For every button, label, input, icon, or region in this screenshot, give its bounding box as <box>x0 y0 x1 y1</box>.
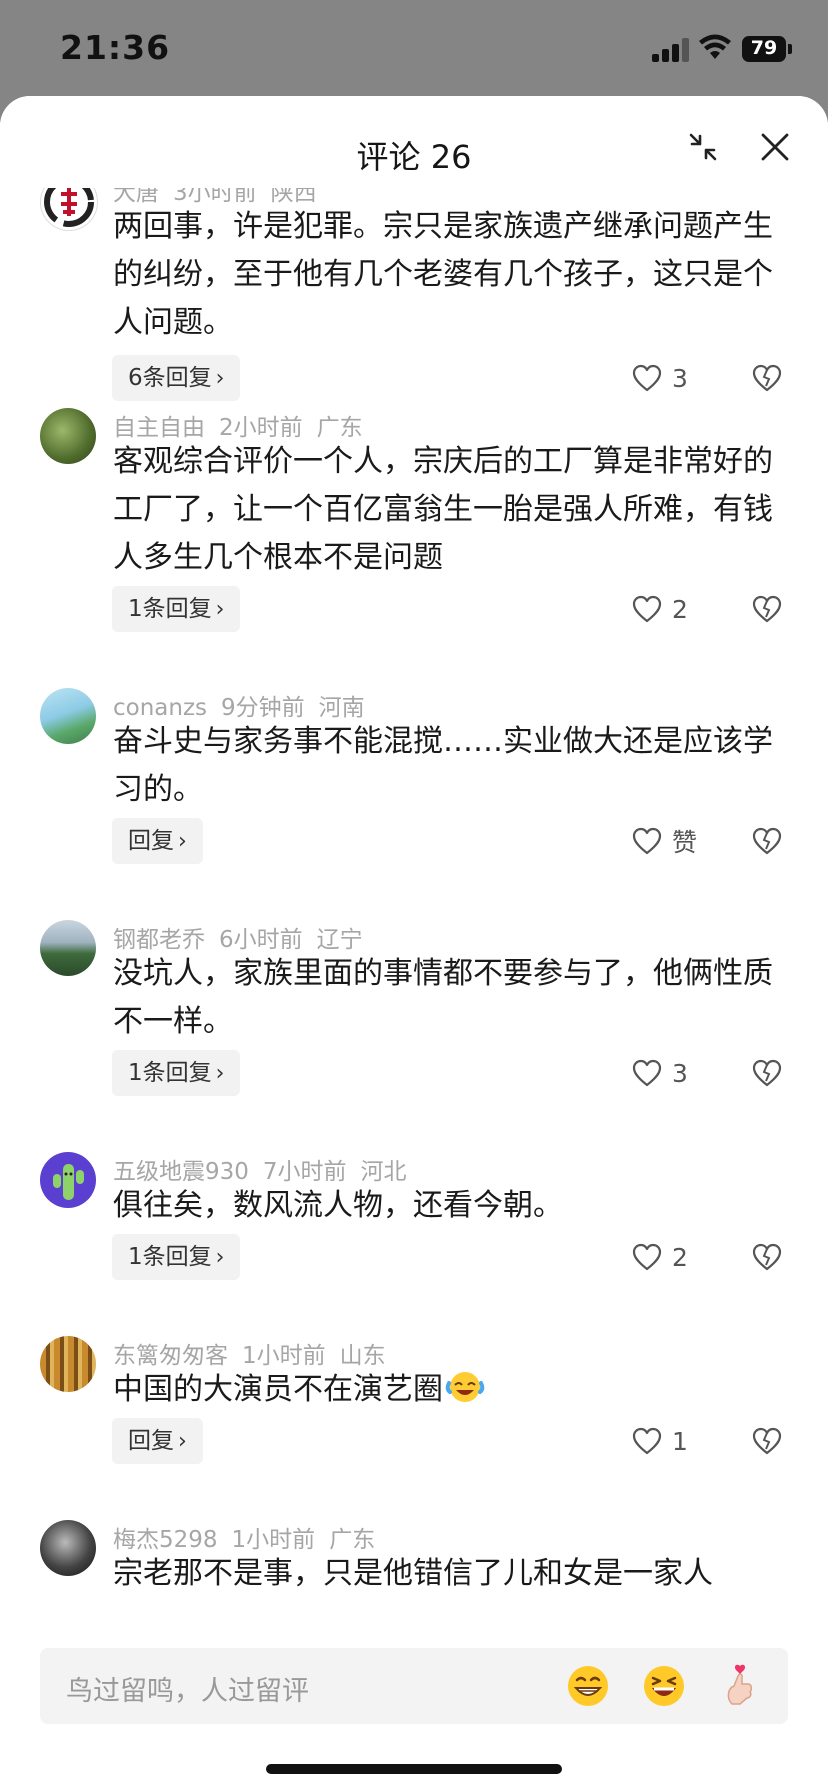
dislike-button[interactable] <box>752 586 782 632</box>
finger-heart-emoji-icon[interactable] <box>716 1662 764 1710</box>
broken-heart-icon <box>752 1427 782 1455</box>
broken-heart-icon <box>752 595 782 623</box>
reply-label: 1条回复 <box>128 1244 212 1270</box>
avatar[interactable] <box>40 1336 96 1392</box>
comment-input-placeholder: 鸟过留鸣，人过留评 <box>66 1676 309 1707</box>
close-button[interactable] <box>752 124 798 170</box>
reply-button[interactable]: 回复 › <box>112 1418 203 1464</box>
like-button[interactable]: 3 <box>632 1050 688 1096</box>
avatar[interactable] <box>40 688 96 744</box>
like-count: 3 <box>672 363 688 393</box>
reply-label: 6条回复 <box>128 365 212 391</box>
grinning-emoji-icon[interactable] <box>564 1662 612 1710</box>
heart-icon <box>632 364 662 392</box>
home-indicator <box>266 1764 562 1774</box>
dislike-button[interactable] <box>752 355 782 401</box>
sheet-header: 评论 26 <box>0 96 828 188</box>
like-count: 2 <box>672 594 688 624</box>
dislike-button[interactable] <box>752 1234 782 1280</box>
heart-icon <box>632 1427 662 1455</box>
heart-icon <box>632 1059 662 1087</box>
dislike-button[interactable] <box>752 818 782 864</box>
broken-heart-icon <box>752 364 782 392</box>
like-button[interactable]: 赞 <box>632 818 697 864</box>
reply-label: 1条回复 <box>128 1060 212 1086</box>
comment-text: 中国的大演员不在演艺圈 <box>113 1366 788 1414</box>
cactus-avatar-icon <box>53 1164 84 1200</box>
avatar[interactable] <box>40 188 98 231</box>
like-label: 赞 <box>672 828 698 857</box>
comment-text: 宗老那不是事，只是他错信了儿和女是一家人 <box>113 1556 713 1591</box>
broken-heart-icon <box>752 827 782 855</box>
comments-sheet: 评论 26 大唐 3小时前 陕西 两回事，许是犯罪。宗只是家族遗产继承问题产生的… <box>0 96 828 1792</box>
reply-label: 回复 <box>128 1428 174 1454</box>
chevron-right-icon: › <box>215 1061 225 1086</box>
dislike-button[interactable] <box>752 1050 782 1096</box>
laughing-emoji-icon[interactable] <box>640 1662 688 1710</box>
avatar[interactable] <box>40 408 96 464</box>
view-replies-button[interactable]: 1条回复 › <box>112 586 241 632</box>
comment-meta: 钢都老乔 6小时前 辽宁 <box>113 920 377 954</box>
heart-icon <box>632 827 662 855</box>
comment-meta: 梅杰5298 1小时前 广东 <box>113 1520 389 1554</box>
like-count: 3 <box>672 1058 688 1088</box>
reply-label: 回复 <box>128 828 174 854</box>
collapse-button[interactable] <box>680 124 726 170</box>
like-count: 2 <box>672 1242 688 1272</box>
comment-text-content: 中国的大演员不在演艺圈 <box>113 1372 443 1407</box>
status-bar: 21:36 79 <box>0 0 828 96</box>
chevron-right-icon: › <box>178 1429 187 1454</box>
dislike-button[interactable] <box>752 1418 782 1464</box>
chevron-right-icon: › <box>215 1245 225 1270</box>
comment-meta: conanzs 9分钟前 河南 <box>113 688 379 722</box>
heart-icon <box>632 595 662 623</box>
battery-level: 79 <box>750 37 778 59</box>
like-count: 1 <box>672 1426 688 1456</box>
view-replies-button[interactable]: 1条回复 › <box>112 1050 241 1096</box>
avatar[interactable] <box>40 920 96 976</box>
chevron-right-icon: › <box>215 366 225 391</box>
avatar[interactable] <box>40 1520 96 1576</box>
comment-text: 两回事，许是犯罪。宗只是家族遗产继承问题产生的纠纷，至于他有几个老婆有几个孩子，… <box>113 209 773 340</box>
comment-meta: 五级地震930 7小时前 河北 <box>113 1152 421 1186</box>
comment-input-area: 鸟过留鸣，人过留评 <box>0 1626 828 1792</box>
comment-meta: 东篱匆匆客 1小时前 山东 <box>113 1336 400 1370</box>
collapse-icon <box>689 133 717 161</box>
like-button[interactable]: 2 <box>632 586 688 632</box>
view-replies-button[interactable]: 1条回复 › <box>112 1234 241 1280</box>
chevron-right-icon: › <box>178 829 187 854</box>
reply-button[interactable]: 回复 › <box>112 818 203 864</box>
comment-meta: 自主自由 2小时前 广东 <box>113 408 377 442</box>
broken-heart-icon <box>752 1243 782 1271</box>
like-button[interactable]: 2 <box>632 1234 688 1280</box>
comment-text: 俱往矣，数风流人物，还看今朝。 <box>113 1188 563 1223</box>
like-button[interactable]: 1 <box>632 1418 688 1464</box>
wifi-icon <box>699 34 731 59</box>
broken-heart-icon <box>752 1059 782 1087</box>
heart-icon <box>632 1243 662 1271</box>
like-button[interactable]: 3 <box>632 355 688 401</box>
comment-text: 没坑人，家族里面的事情都不要参与了，他俩性质不一样。 <box>113 956 773 1039</box>
comment-text: 奋斗史与家务事不能混搅……实业做大还是应该学习的。 <box>113 724 773 807</box>
tang-seal-avatar-icon <box>44 188 94 227</box>
comment-input[interactable]: 鸟过留鸣，人过留评 <box>40 1648 788 1724</box>
battery-icon: 79 <box>742 36 792 62</box>
close-icon <box>761 133 789 161</box>
view-replies-button[interactable]: 6条回复 › <box>112 355 241 401</box>
laughing-crying-emoji-icon <box>445 1372 485 1402</box>
chevron-right-icon: › <box>215 597 225 622</box>
comment-list[interactable]: 大唐 3小时前 陕西 两回事，许是犯罪。宗只是家族遗产继承问题产生的纠纷，至于他有几… <box>0 188 828 1722</box>
status-time: 21:36 <box>60 28 171 67</box>
reply-label: 1条回复 <box>128 596 212 622</box>
cellular-signal-icon <box>652 38 690 62</box>
avatar[interactable] <box>40 1152 96 1208</box>
comment-text: 客观综合评价一个人，宗庆后的工厂算是非常好的工厂了，让一个百亿富翁生一胎是强人所… <box>113 444 773 575</box>
